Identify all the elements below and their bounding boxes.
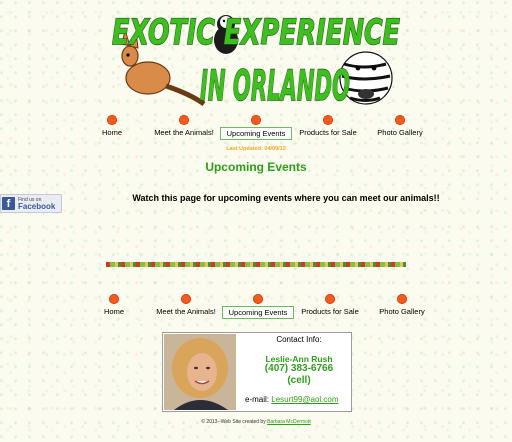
nav-label: Photo Gallery: [377, 128, 423, 137]
intro-text: Watch this page for upcoming events wher…: [132, 193, 440, 203]
nav-label: Upcoming Events: [222, 306, 294, 319]
site-logo: EXOTIC EXPERIENCE IN ORLANDO: [111, 12, 400, 110]
nav-dot-icon: [109, 294, 119, 304]
nav-dot-icon: [179, 115, 189, 125]
top-navigation: Home Meet the Animals! Upcoming Events P…: [0, 115, 512, 140]
nav-label: Photo Gallery: [379, 307, 425, 316]
nav-label: Home: [101, 128, 122, 137]
footer-text: © 2013--Web Site created by: [201, 419, 266, 425]
contact-phone: (407) 383-6766: [264, 363, 334, 374]
contact-info-label: Contact Info:: [276, 335, 322, 344]
nav-meet-the-animals[interactable]: Meet the Animals!: [150, 294, 222, 317]
nav-dot-icon: [107, 115, 117, 125]
email-label: e-mail:: [245, 395, 270, 404]
nav-label: Products for Sale: [301, 307, 359, 316]
nav-home[interactable]: Home: [98, 115, 126, 138]
nav-products-for-sale[interactable]: Products for Sale: [296, 294, 364, 317]
nav-label: Upcoming Events: [220, 127, 292, 140]
bottom-navigation: Home Meet the Animals! Upcoming Events P…: [0, 294, 512, 319]
nav-upcoming-events[interactable]: Upcoming Events: [222, 294, 294, 319]
email-link[interactable]: Lesurt99@aol.com: [271, 395, 338, 404]
nav-dot-icon: [323, 115, 333, 125]
nav-dot-icon: [253, 294, 263, 304]
nav-label: Home: [103, 307, 124, 316]
decorative-divider: [106, 262, 406, 267]
facebook-big-text: Facebook: [18, 201, 56, 211]
nav-dot-icon: [395, 115, 405, 125]
nav-label: Meet the Animals!: [154, 128, 214, 137]
nav-home[interactable]: Home: [100, 294, 128, 317]
contact-email-row: e-mail: Lesurt99@aol.com: [245, 395, 351, 404]
contact-photo: [164, 334, 236, 410]
nav-meet-the-animals[interactable]: Meet the Animals!: [148, 115, 220, 138]
footer: © 2013--Web Site created by Barbara McDe…: [0, 419, 512, 425]
contact-cell-label: (cell): [287, 375, 311, 386]
nav-upcoming-events[interactable]: Upcoming Events: [220, 115, 292, 140]
contact-card: Contact Info: Leslie-Ann Rush (407) 383-…: [162, 332, 352, 412]
logo-line-1: EXOTIC EXPERIENCE: [112, 13, 400, 53]
nav-label: Products for Sale: [299, 128, 357, 137]
nav-dot-icon: [397, 294, 407, 304]
last-updated: Last Updated: 04/09/13: [226, 146, 286, 152]
nav-label: Meet the Animals!: [156, 307, 216, 316]
nav-dot-icon: [181, 294, 191, 304]
nav-dot-icon: [325, 294, 335, 304]
logo-line-2: IN ORLANDO: [200, 61, 350, 110]
footer-author-link[interactable]: Barbara McDermott: [267, 419, 311, 425]
page-title: Upcoming Events: [205, 160, 307, 174]
nav-dot-icon: [251, 115, 261, 125]
nav-photo-gallery[interactable]: Photo Gallery: [372, 115, 428, 138]
nav-products-for-sale[interactable]: Products for Sale: [294, 115, 362, 138]
nav-photo-gallery[interactable]: Photo Gallery: [374, 294, 430, 317]
